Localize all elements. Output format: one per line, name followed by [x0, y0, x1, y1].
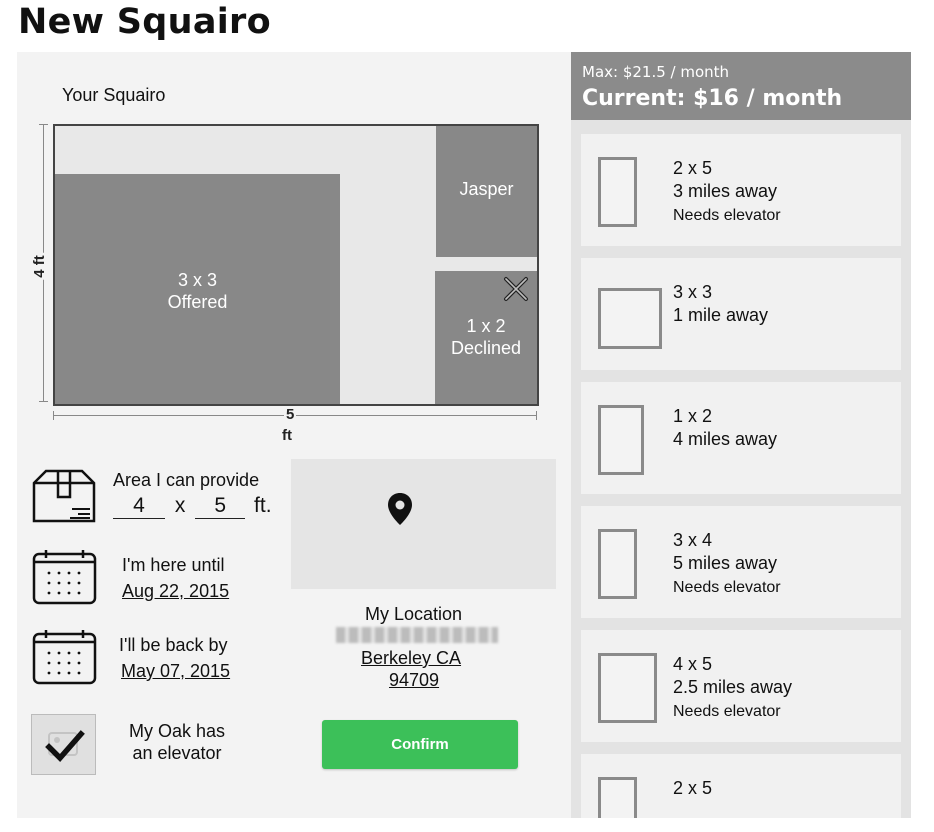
back-by-date[interactable]: May 07, 2015: [121, 661, 230, 682]
plot-declined-status: Declined: [450, 338, 522, 358]
area-x: x: [174, 494, 186, 517]
width-unit: ft: [282, 427, 292, 444]
pricing-header: Max: $21.5 / month Current: $16 / month: [571, 52, 911, 120]
area-width-input[interactable]: 4: [113, 494, 165, 519]
request-card[interactable]: 4 x 5 2.5 miles away Needs elevator: [581, 630, 901, 742]
height-dimension-cap-top: [39, 124, 48, 125]
request-size: 3 x 3: [673, 282, 713, 302]
current-price: Current: $16 / month: [582, 86, 843, 111]
request-size: 1 x 2: [673, 406, 713, 426]
plot-jasper[interactable]: Jasper: [436, 126, 537, 257]
calendar-icon[interactable]: [32, 549, 97, 605]
box-icon: [32, 469, 96, 523]
elevator-label-line1: My Oak has: [128, 721, 226, 741]
request-distance: 1 mile away: [673, 305, 769, 325]
request-size: 4 x 5: [673, 654, 713, 674]
area-inputs: 4 x 5 ft.: [113, 494, 272, 519]
request-size-shape: [598, 157, 637, 227]
plot-jasper-label: Jasper: [459, 179, 514, 199]
calendar-icon[interactable]: [32, 629, 97, 685]
request-size: 2 x 5: [673, 778, 713, 798]
request-distance: 3 miles away: [673, 181, 778, 201]
confirm-button[interactable]: Confirm: [322, 720, 518, 769]
height-dimension-cap-bottom: [39, 401, 48, 402]
plot-offered[interactable]: 3 x 3 Offered: [55, 174, 340, 404]
height-label: 4 ft: [30, 253, 48, 280]
plot-map: 3 x 3 Offered Jasper 1 x 2 Declined: [53, 124, 539, 406]
area-unit: ft.: [254, 494, 272, 517]
request-size-shape: [598, 777, 637, 818]
plot-offered-status: Offered: [167, 292, 228, 312]
max-price: Max: $21.5 / month: [582, 63, 730, 81]
elevator-checkbox[interactable]: [31, 714, 96, 775]
area-height-input[interactable]: 5: [195, 494, 246, 519]
request-card[interactable]: 1 x 2 4 miles away: [581, 382, 901, 494]
request-size: 2 x 5: [673, 158, 713, 178]
request-size-shape: [598, 653, 657, 723]
request-card[interactable]: 3 x 4 5 miles away Needs elevator: [581, 506, 901, 618]
plot-offered-size: 3 x 3: [177, 270, 218, 290]
plot-declined-size: 1 x 2: [466, 316, 506, 336]
checkmark-icon: [45, 730, 85, 763]
request-size: 3 x 4: [673, 530, 713, 550]
close-icon[interactable]: [503, 276, 529, 302]
request-card[interactable]: 3 x 3 1 mile away: [581, 258, 901, 370]
request-note: Needs elevator: [673, 207, 781, 224]
request-size-shape: [598, 529, 637, 599]
request-size-shape: [598, 288, 662, 349]
request-distance: 2.5 miles away: [673, 677, 793, 697]
here-until-date[interactable]: Aug 22, 2015: [122, 581, 229, 602]
elevator-label-line2: an elevator: [132, 743, 222, 763]
width-dimension-cap-right: [536, 411, 537, 420]
requests-panel: Max: $21.5 / month Current: $16 / month …: [571, 52, 911, 818]
location-city[interactable]: Berkeley CA: [361, 648, 461, 669]
width-dimension-cap-left: [53, 411, 54, 420]
location-label: My Location: [364, 604, 463, 624]
request-card[interactable]: 2 x 5: [581, 754, 901, 818]
request-note: Needs elevator: [673, 579, 781, 596]
width-value: 5: [284, 406, 297, 423]
map-label: Your Squairo: [62, 85, 166, 105]
request-note: Needs elevator: [673, 703, 781, 720]
map-pin-icon: [388, 493, 412, 525]
page-title: New Squairo: [18, 2, 271, 42]
area-label: Area I can provide: [113, 470, 260, 490]
request-size-shape: [598, 405, 644, 475]
plot-declined[interactable]: 1 x 2 Declined: [435, 271, 537, 404]
location-street-redacted: [336, 627, 498, 643]
request-distance: 4 miles away: [673, 429, 778, 449]
back-by-label: I'll be back by: [119, 635, 228, 655]
location-zip[interactable]: 94709: [389, 670, 439, 691]
here-until-label: I'm here until: [122, 555, 225, 575]
request-card[interactable]: 2 x 5 3 miles away Needs elevator: [581, 134, 901, 246]
request-distance: 5 miles away: [673, 553, 778, 573]
location-map[interactable]: [291, 459, 556, 589]
